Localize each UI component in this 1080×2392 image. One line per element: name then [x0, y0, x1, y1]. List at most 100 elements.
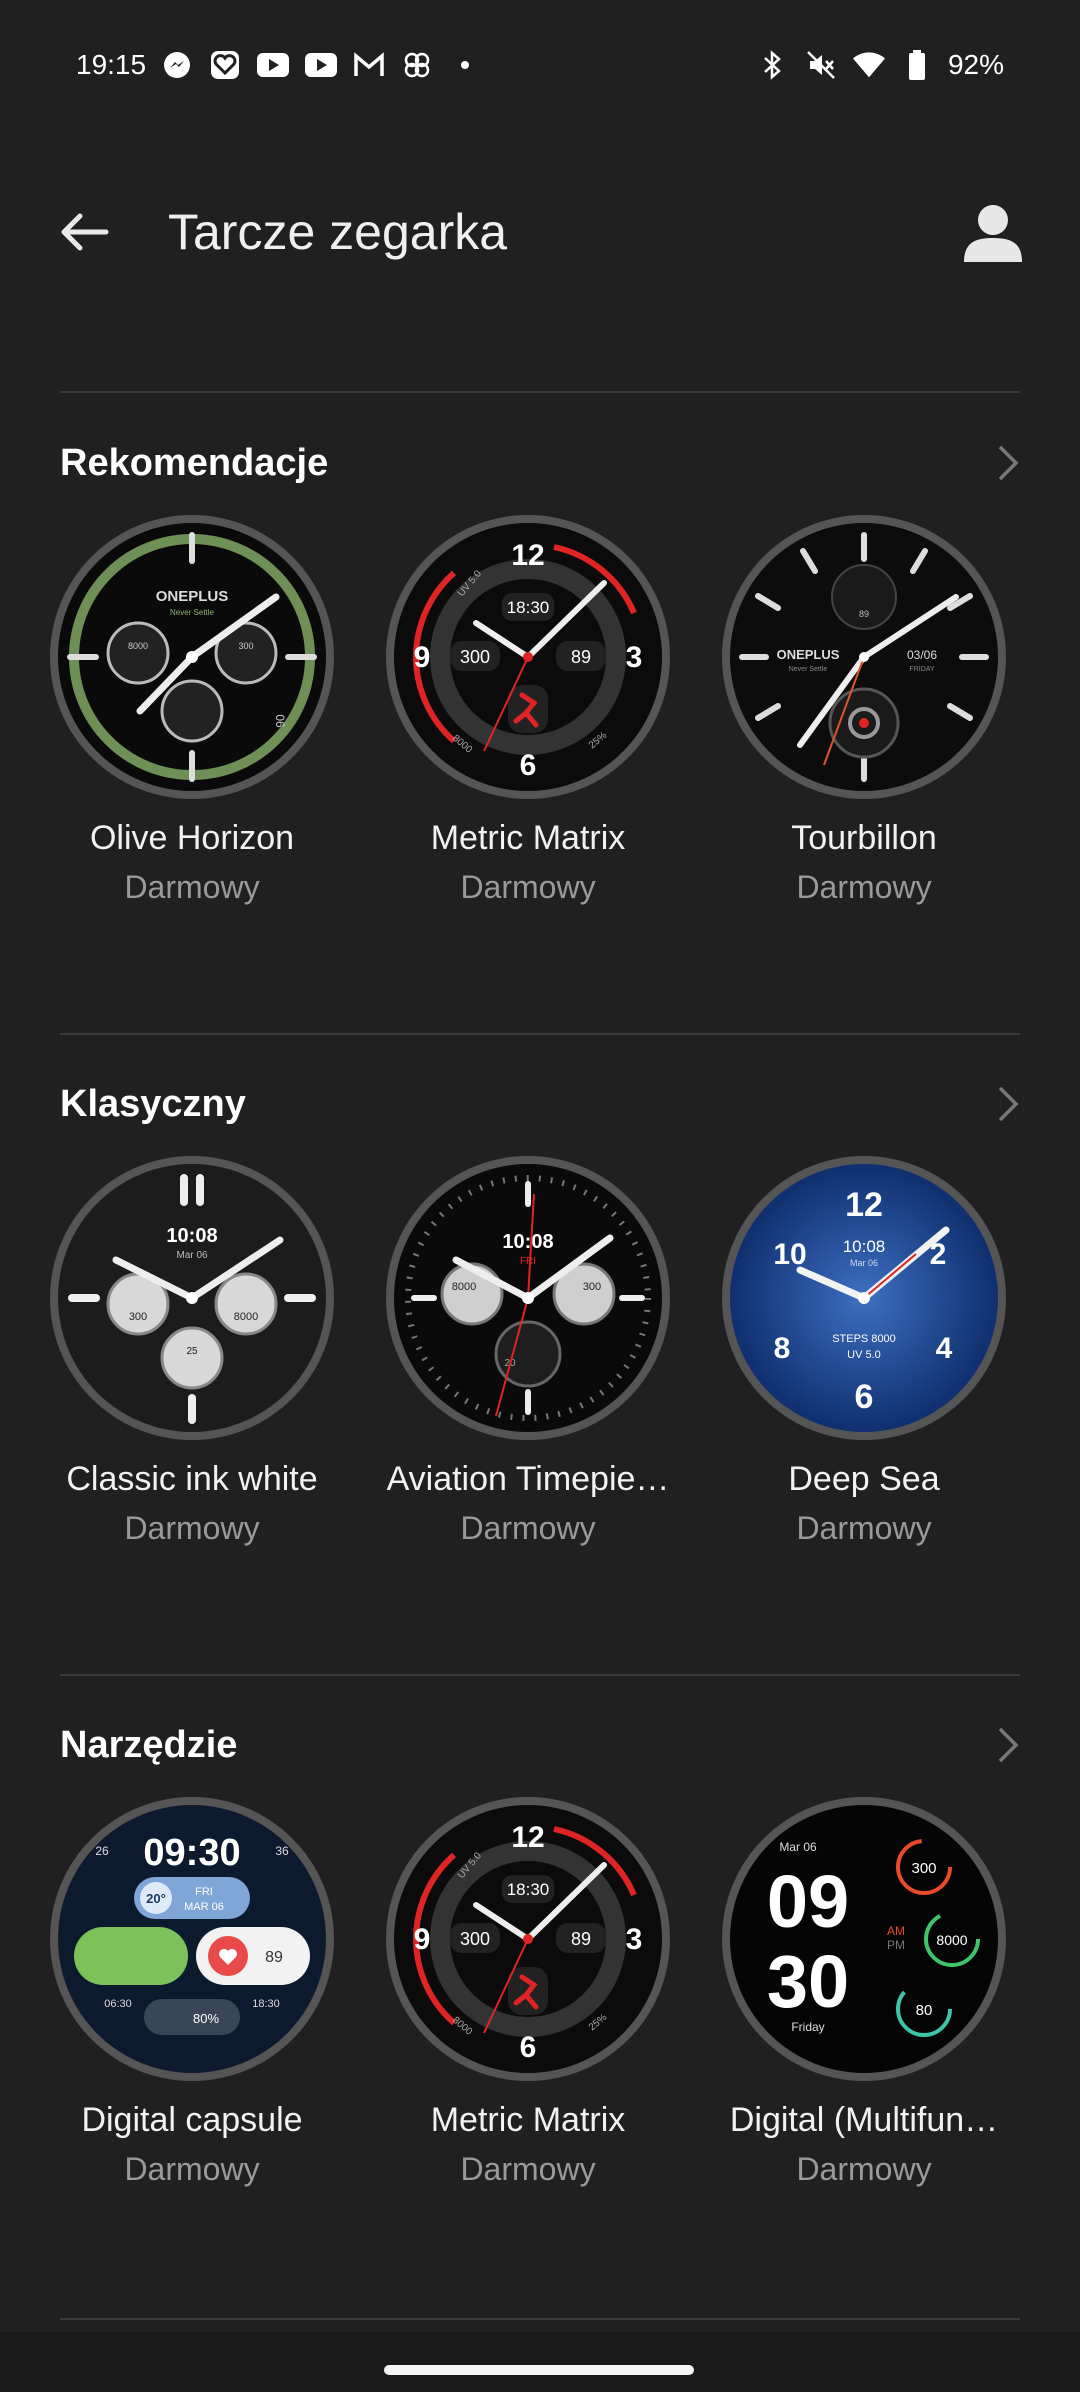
watchface-card[interactable]: ONEPLUS Never Settle 8000 300 06 Olive H… — [24, 513, 360, 933]
card-row: 09:30 26 36 20° FRI MAR 06 89 06:30 18:3… — [0, 1795, 1080, 2215]
digital-hour: 09 — [767, 1860, 849, 1943]
messenger-icon — [160, 48, 194, 82]
face-date: Mar 06 — [779, 1840, 817, 1854]
heart-rate-value: 89 — [571, 647, 591, 667]
section-more-button[interactable] — [988, 443, 1028, 483]
divider — [60, 1033, 1020, 1035]
battery-icon — [900, 48, 934, 82]
status-right: 92% — [756, 48, 1004, 82]
face-day: FRI — [195, 1886, 213, 1898]
watchface-name: Digital capsule — [81, 2101, 303, 2139]
app-header: Tarcze zegarka — [0, 170, 1080, 300]
status-bar: 19:15 92% — [0, 0, 1080, 130]
watchface-name: Olive Horizon — [89, 819, 295, 857]
digital-multifunction-watchface-preview: Mar 06 09 30 AM PM Friday 300 8000 80 — [722, 1797, 1006, 2081]
profile-button[interactable] — [958, 198, 1028, 268]
watchface-name: Metric Matrix — [430, 2101, 626, 2139]
digital-time: 18:30 — [507, 1880, 550, 1899]
section-title: Klasyczny — [60, 1083, 246, 1125]
watchface-name: Aviation Timepie… — [386, 1460, 670, 1498]
status-time: 19:15 — [76, 49, 147, 80]
face-tagline: Never Settle — [789, 666, 828, 673]
hour-6: 6 — [520, 749, 537, 782]
watchface-price: Darmowy — [124, 2151, 260, 2187]
battery-value: 25 — [186, 1346, 198, 1357]
watchface-price: Darmowy — [460, 2151, 596, 2187]
battery-value: 80 — [916, 2002, 933, 2019]
battery-percent: 92% — [947, 49, 1004, 80]
olive-horizon-watchface-preview: ONEPLUS Never Settle 8000 300 06 — [50, 515, 334, 799]
navigation-bar — [0, 2332, 1080, 2392]
hour-8: 8 — [774, 1332, 791, 1365]
section-more-button[interactable] — [988, 1725, 1028, 1765]
digital-time: 10:08 — [166, 1225, 217, 1247]
watchface-price: Darmowy — [124, 1510, 260, 1546]
section-title: Narzędzie — [60, 1724, 238, 1766]
gmail-icon — [352, 48, 386, 82]
bluetooth-icon — [756, 48, 790, 82]
youtube-icon — [256, 48, 290, 82]
face-pm: PM — [887, 1938, 905, 1952]
chevron-right-icon — [998, 1727, 1019, 1763]
hour-9: 9 — [414, 641, 431, 674]
face-date: 06 — [273, 714, 287, 728]
face-date: Mar 06 — [850, 1258, 878, 1268]
back-arrow-icon — [61, 213, 109, 251]
metric-matrix-watchface-preview: 12 3 6 9 18:30 300 89 UV 5.0 8000 25% — [386, 515, 670, 799]
classic-ink-white-watchface-preview: 10:08 Mar 06 300 8000 25 — [50, 1156, 334, 1440]
watchface-card[interactable]: Mar 06 09 30 AM PM Friday 300 8000 80 Di… — [696, 1795, 1032, 2215]
divider — [60, 391, 1020, 393]
hour-3: 3 — [626, 1923, 643, 1956]
watchface-card[interactable]: 89 ONEPLUS Never Settle 03/06 FRIDAY Tou… — [696, 513, 1032, 933]
hour-9: 9 — [414, 1923, 431, 1956]
face-day: FRI — [520, 1256, 536, 1267]
card-row: ONEPLUS Never Settle 8000 300 06 Olive H… — [0, 513, 1080, 933]
face-day: FRIDAY — [909, 666, 934, 673]
mute-icon — [804, 48, 838, 82]
face-brand: ONEPLUS — [777, 647, 840, 662]
face-tagline: Never Settle — [170, 608, 215, 617]
calories-value: 300 — [583, 1281, 601, 1293]
hour-4: 4 — [936, 1332, 953, 1365]
watchface-price: Darmowy — [796, 1510, 932, 1546]
watchface-price: Darmowy — [796, 2151, 932, 2187]
face-right-complication: 36 — [275, 1844, 289, 1858]
temperature-value: 20° — [146, 1891, 166, 1906]
section-title: Rekomendacje — [60, 442, 329, 484]
steps-value: 8000 — [452, 1281, 476, 1293]
steps-value: 8000 — [234, 1311, 258, 1323]
home-indicator[interactable] — [384, 2365, 694, 2375]
heart-rate-value: 89 — [265, 1949, 283, 1966]
digital-time: 10:08 — [502, 1231, 553, 1253]
section-more-button[interactable] — [988, 1084, 1028, 1124]
face-am: AM — [887, 1924, 905, 1938]
card-row: 10:08 Mar 06 300 8000 25 Classic ink whi… — [0, 1154, 1080, 1574]
face-date: MAR 06 — [184, 1901, 224, 1913]
watchface-card[interactable]: 10:08 Mar 06 300 8000 25 Classic ink whi… — [24, 1154, 360, 1574]
hour-12: 12 — [845, 1186, 883, 1224]
watchface-name: Metric Matrix — [430, 819, 626, 857]
watchface-price: Darmowy — [796, 869, 932, 905]
digital-time: 18:30 — [507, 598, 550, 617]
watchface-card[interactable]: 09:30 26 36 20° FRI MAR 06 89 06:30 18:3… — [24, 1795, 360, 2215]
watchface-card[interactable]: 10:08 FRI 8000 300 20 Aviation Timepie… … — [360, 1154, 696, 1574]
digital-capsule-watchface-preview: 09:30 26 36 20° FRI MAR 06 89 06:30 18:3… — [50, 1797, 334, 2081]
digital-time: 10:08 — [843, 1237, 886, 1256]
watchface-card[interactable]: 12 3 6 9 18:30 300 89 UV 5.0 8000 25% Me… — [360, 1795, 696, 2215]
hour-12: 12 — [511, 1821, 544, 1854]
aviation-timepiece-watchface-preview: 10:08 FRI 8000 300 20 — [386, 1156, 670, 1440]
sunset-time: 18:30 — [252, 1998, 280, 2010]
uv-index: UV 5.0 — [847, 1349, 881, 1361]
watchface-name: Deep Sea — [788, 1460, 940, 1498]
watchface-card[interactable]: 12 2 4 6 8 10 10:08 Mar 06 STEPS 8000 UV… — [696, 1154, 1032, 1574]
watchface-name: Tourbillon — [791, 819, 937, 857]
youtube-icon-2 — [304, 48, 338, 82]
sunrise-time: 06:30 — [104, 1998, 132, 2010]
face-day: Friday — [791, 2020, 824, 2034]
back-button[interactable] — [52, 200, 116, 264]
face-steps: 8000 — [128, 641, 148, 651]
hour-10: 10 — [773, 1238, 806, 1271]
metric-matrix-watchface-preview: 12 3 6 9 18:30 300 89 UV 5.0 8000 25% — [386, 1797, 670, 2081]
face-heart-rate: 89 — [859, 609, 869, 619]
watchface-card[interactable]: 12 3 6 9 18:30 300 89 UV 5.0 8000 25% Me… — [360, 513, 696, 933]
